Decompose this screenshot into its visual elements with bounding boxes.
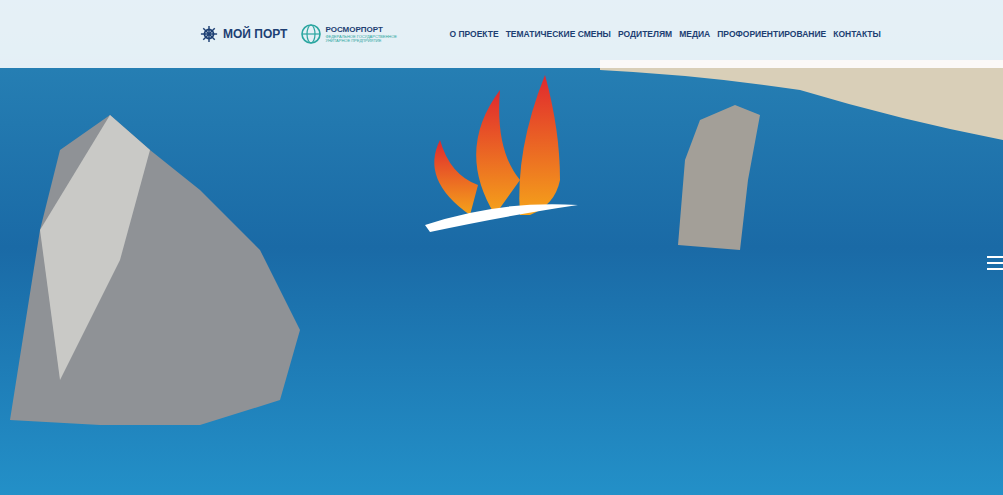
nav-item[interactable]: ПРОФОРИЕНТИРОВАНИЕ (717, 29, 826, 39)
nav-item[interactable]: МЕДИА (679, 29, 710, 39)
nav-item[interactable]: РОДИТЕЛЯМ (618, 29, 672, 39)
main-nav: О ПРОЕКТЕ ТЕМАТИЧЕСКИЕ СМЕНЫ РОДИТЕЛЯМ МЕДИ… (449, 29, 880, 39)
slider-nav-icon[interactable] (987, 256, 1003, 270)
rosmorport-logo[interactable]: РОСМОРПОРТФЕДЕРАЛЬНОЕ ГОСУДАРСТВЕННОЕ УН… (301, 24, 405, 44)
rosmorport-text: РОСМОРПОРТФЕДЕРАЛЬНОЕ ГОСУДАРСТВЕННОЕ УН… (325, 25, 405, 44)
nav-item[interactable]: О ПРОЕКТЕ (449, 29, 498, 39)
artek-emblem (425, 75, 578, 232)
rosmorport-label: РОСМОРПОРТ (325, 25, 405, 34)
rosmorport-subtitle: ФЕДЕРАЛЬНОЕ ГОСУДАРСТВЕННОЕ УНИТАРНОЕ ПР… (325, 35, 405, 44)
nav-item[interactable]: КОНТАКТЫ (833, 29, 881, 39)
moy-port-label: МОЙ ПОРТ (223, 27, 287, 41)
site-header: МОЙ ПОРТ РОСМОРПОРТФЕДЕРАЛЬНОЕ ГОСУДАРСТВ… (0, 0, 1003, 68)
nav-item[interactable]: ТЕМАТИЧЕСКИЕ СМЕНЫ (506, 29, 611, 39)
hero-video (0, 0, 1003, 495)
ship-wheel-icon (200, 25, 218, 43)
moy-port-logo[interactable]: МОЙ ПОРТ (200, 25, 287, 43)
globe-icon (301, 24, 321, 44)
